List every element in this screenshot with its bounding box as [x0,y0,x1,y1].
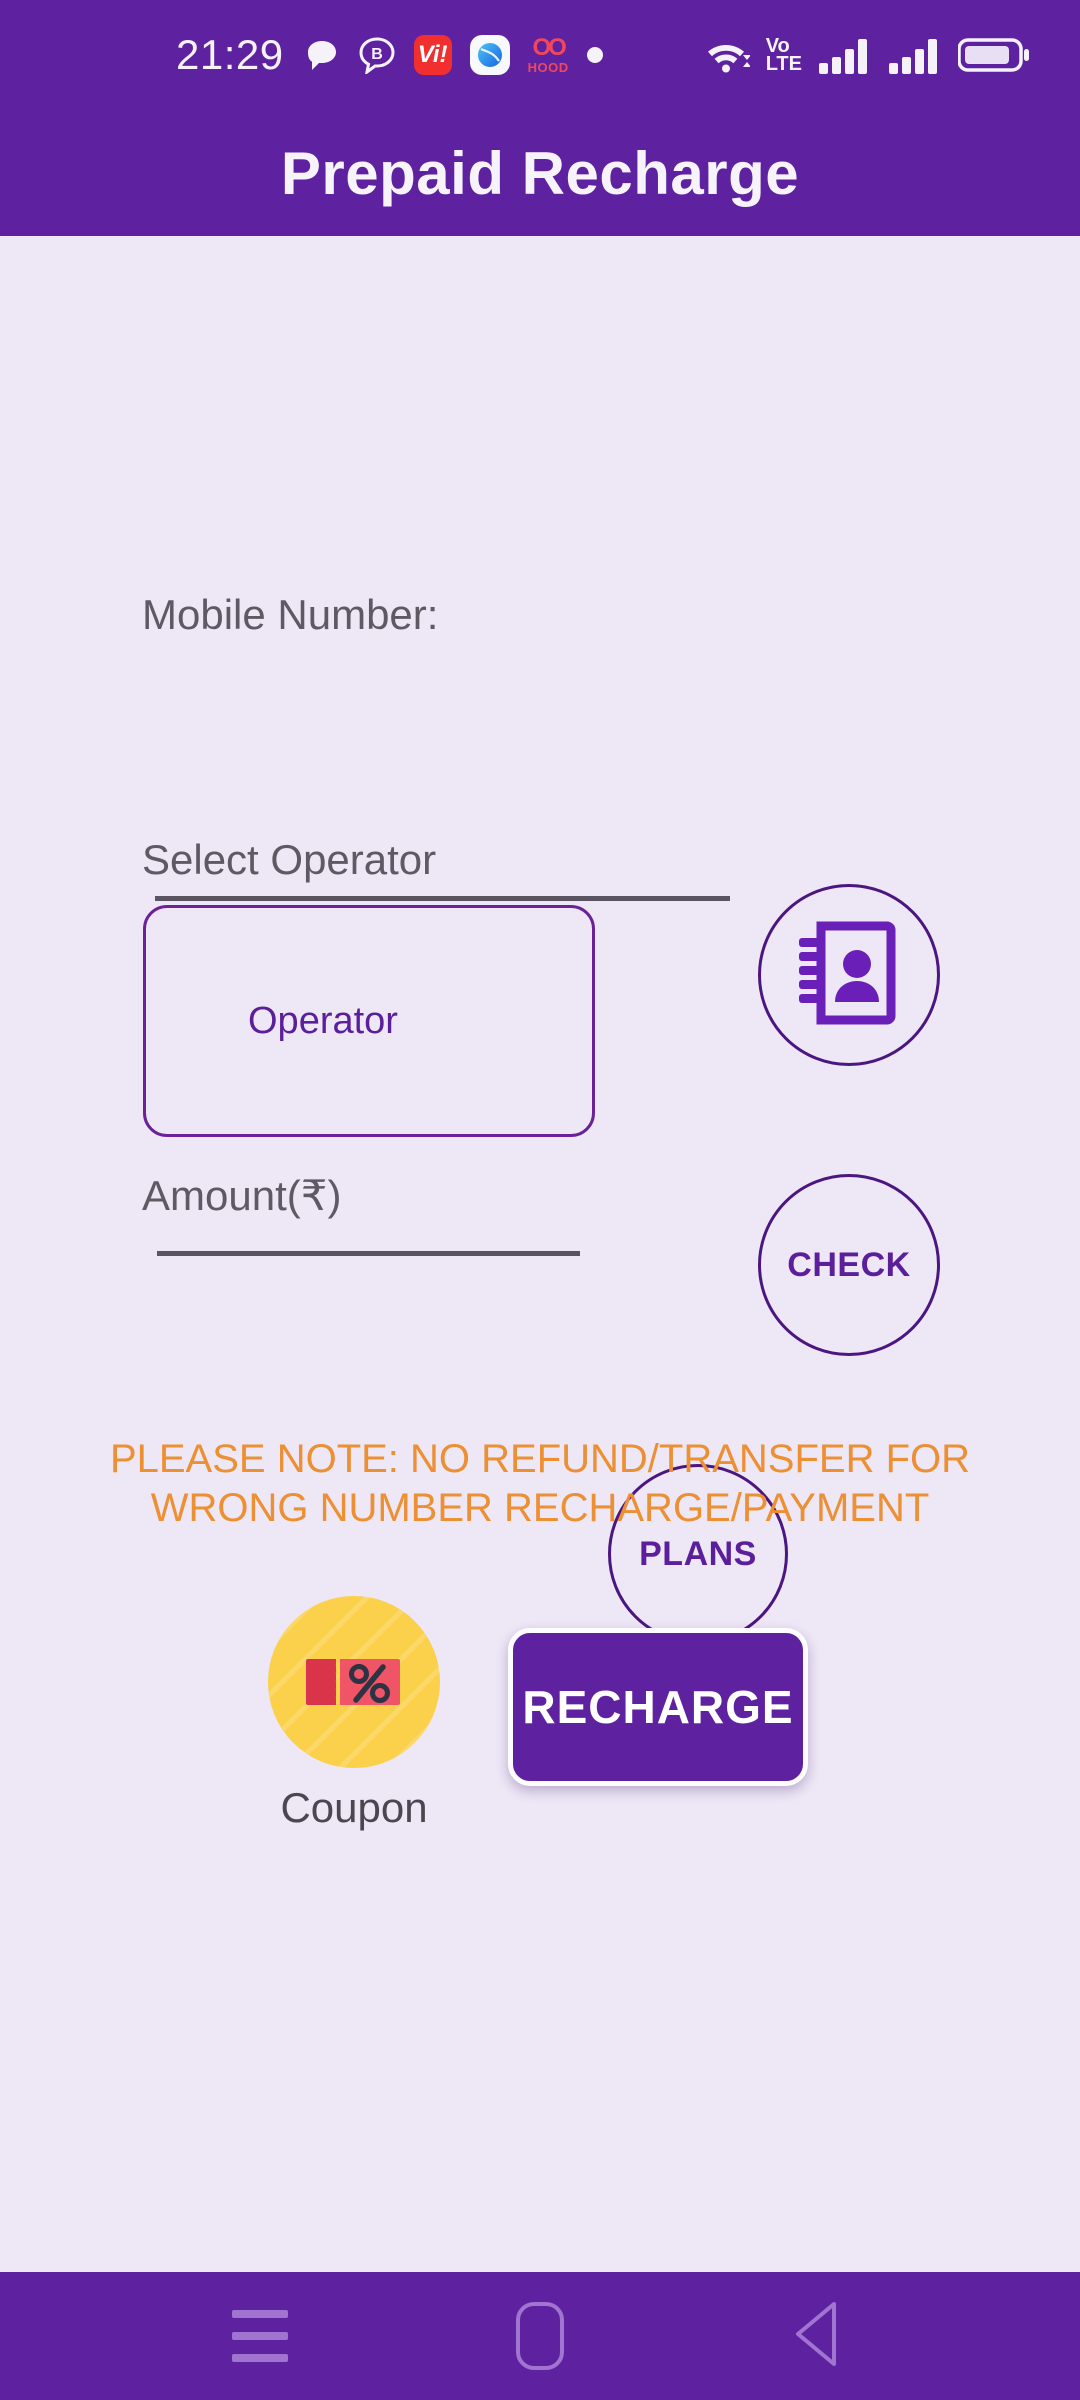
wifi-icon [702,35,750,75]
vi-app-icon: Vi! [413,35,452,75]
volte-line-2: LTE [765,53,802,75]
chat-bubble-icon [304,37,340,73]
home-icon [516,2302,564,2370]
status-time: 21:29 [176,31,284,78]
mobile-number-label: Mobile Number: [142,591,439,638]
plans-button-label: PLANS [639,1534,757,1573]
coupon-label: Coupon [280,1784,428,1831]
hood-icon-mark: OO [532,34,566,61]
recharge-button[interactable]: RECHARGE [508,1628,808,1786]
signal-bars-icon [818,35,872,75]
bubble-b-icon: B [358,36,396,74]
coupon-button[interactable]: Coupon [268,1596,440,1832]
select-operator-label: Select Operator [142,836,437,883]
status-bar-right: Vo LTE [702,35,1046,75]
back-button[interactable] [760,2276,880,2396]
page-title: Prepaid Recharge [280,139,800,207]
recharge-button-label: RECHARGE [522,1681,794,1733]
app-title-bar: Prepaid Recharge [0,110,1080,236]
mobile-number-input[interactable] [155,896,730,901]
system-navigation-bar [0,2272,1080,2400]
amount-input[interactable] [157,1251,580,1256]
hood-icon-label: HOOD [527,60,569,75]
status-bar: 21:29 B Vi! OO HOOD Vo LTE [0,0,1080,110]
hood-app-icon: OO HOOD [527,34,569,75]
check-button-label: CHECK [787,1245,911,1284]
globe-app-icon [469,35,510,75]
recents-icon [232,2310,288,2362]
amount-label: Amount(₹) [142,1172,342,1219]
coupon-percent-icon [268,1596,440,1768]
status-bar-left: 21:29 B Vi! OO HOOD [34,31,603,79]
contacts-picker-button[interactable] [758,884,940,1066]
home-button[interactable] [480,2276,600,2396]
contact-book-icon [797,918,901,1033]
volte-icon: Vo LTE [765,35,802,75]
notification-icons: B Vi! OO HOOD [304,35,603,75]
operator-select[interactable]: Operator [143,905,595,1137]
dot-indicator-icon [586,47,603,63]
recents-button[interactable] [200,2276,320,2396]
back-icon [788,2298,852,2375]
battery-icon [958,36,1030,74]
signal-bars-icon [888,35,942,75]
operator-select-value: Operator [248,999,398,1042]
refund-warning-note: PLEASE NOTE: NO REFUND/TRANSFER FOR WRON… [109,1437,971,1530]
phone-screen: 21:29 B Vi! OO HOOD Vo LTE Prepaid Recha… [0,0,1080,2400]
svg-text:B: B [371,46,383,63]
check-operator-button[interactable]: CHECK [758,1174,940,1356]
main-content: Mobile Number: Select Operator Operator … [0,236,1080,2272]
